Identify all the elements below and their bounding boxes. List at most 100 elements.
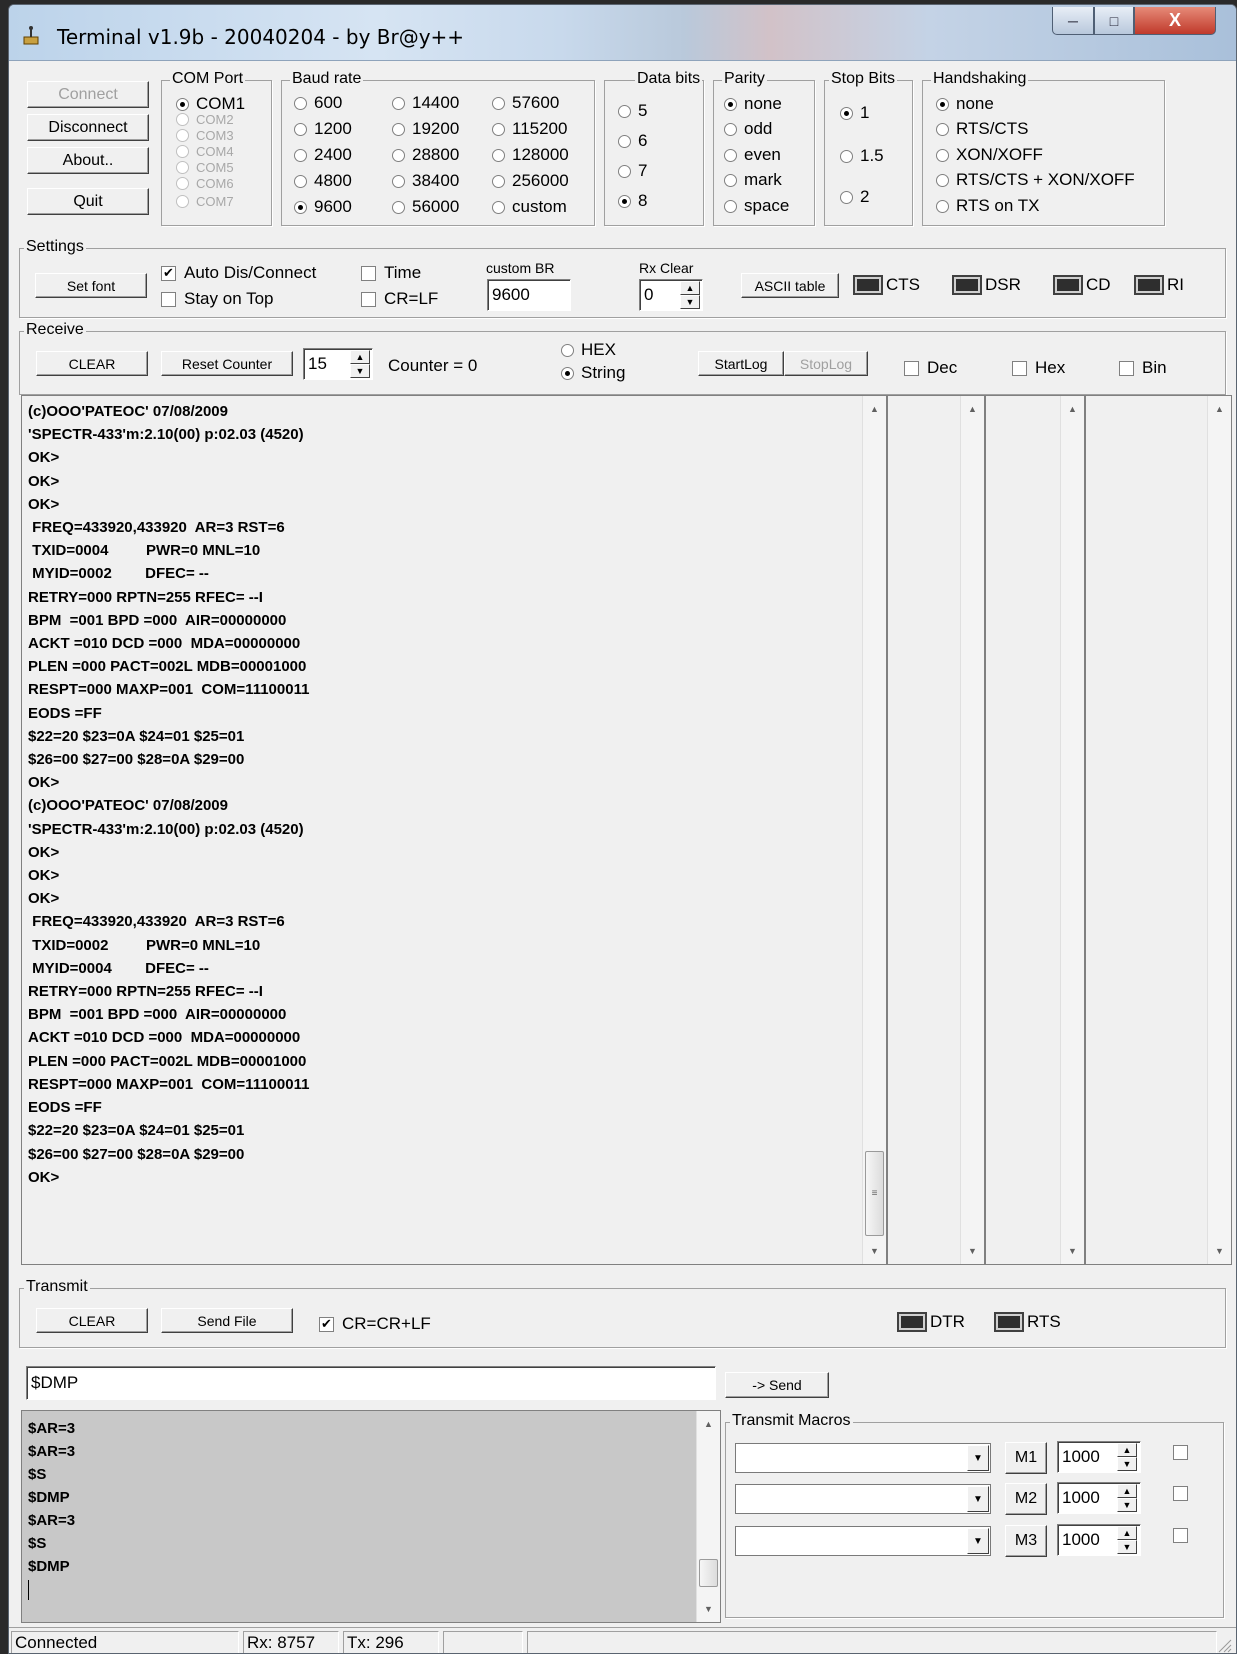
macro-2-repeat-checkbox[interactable] [1173,1486,1196,1501]
bin-checkbox[interactable]: Bin [1119,358,1167,378]
parity-option[interactable]: even [724,145,781,165]
stop-bits-option[interactable]: 1.5 [840,146,884,166]
reset-counter-button[interactable]: Reset Counter [161,351,293,376]
cr-lf-checkbox[interactable]: CR=LF [361,289,438,309]
macro-3-stepper[interactable]: ▲ ▼ [1117,1526,1137,1554]
macro-1-repeat-checkbox[interactable] [1173,1445,1196,1460]
receive-text-area[interactable]: (c)OOO'PATEOC' 07/08/2009 'SPECTR-433'm:2… [21,395,887,1265]
baud-option[interactable]: 128000 [492,145,569,165]
dtr-indicator[interactable]: DTR [897,1312,965,1332]
cr-crlf-checkbox[interactable]: ✔ CR=CR+LF [319,1314,431,1334]
title-bar[interactable]: Terminal v1.9b - 20040204 - by Br@y++ ─ … [9,5,1236,61]
handshaking-option[interactable]: XON/XOFF [936,145,1043,165]
baud-option[interactable]: 115200 [492,119,567,139]
receive-scrollbar[interactable]: ▲ ≡ ▼ [862,396,886,1264]
baud-option[interactable]: 2400 [294,145,352,165]
parity-option[interactable]: odd [724,119,772,139]
receive-hex-pane[interactable]: ▲ ▼ [985,395,1085,1265]
parity-option[interactable]: space [724,196,789,216]
com-port-option[interactable]: COM1 [176,94,245,114]
ascii-table-button[interactable]: ASCII table [741,273,839,298]
baud-option[interactable]: 9600 [294,197,352,217]
chevron-down-icon[interactable]: ▼ [967,1445,989,1471]
baud-option[interactable]: 256000 [492,171,569,191]
hex-checkbox[interactable]: Hex [1012,358,1065,378]
rx-clear-stepper[interactable]: ▲ ▼ [680,281,700,309]
baud-option[interactable]: 1200 [294,119,352,139]
string-mode-radio[interactable]: String [561,363,625,383]
baud-option[interactable]: 56000 [392,197,459,217]
scroll-up-icon[interactable]: ▲ [961,398,984,420]
resize-grip-icon[interactable] [1216,1637,1232,1653]
scroll-down-icon[interactable]: ▼ [863,1240,886,1262]
about-button[interactable]: About.. [27,147,149,174]
baud-option[interactable]: 38400 [392,171,459,191]
connect-button[interactable]: Connect [27,81,149,108]
baud-option[interactable]: 4800 [294,171,352,191]
handshaking-option[interactable]: RTS/CTS [936,119,1028,139]
receive-clear-button[interactable]: CLEAR [36,351,148,376]
scroll-down-icon[interactable]: ▼ [1061,1240,1084,1262]
bin-scrollbar[interactable]: ▲ ▼ [1207,396,1231,1264]
receive-bin-pane[interactable]: ▲ ▼ [1085,395,1232,1265]
scroll-down-icon[interactable]: ▼ [961,1240,984,1262]
baud-option[interactable]: 57600 [492,93,559,113]
baud-option[interactable]: custom [492,197,567,217]
scroll-down-icon[interactable]: ▼ [1208,1240,1231,1262]
close-button[interactable]: X [1134,7,1216,35]
scroll-thumb[interactable] [699,1559,718,1587]
data-bits-option[interactable]: 6 [618,131,647,151]
history-scrollbar[interactable]: ▲ ▼ [696,1411,720,1622]
parity-option[interactable]: none [724,94,782,114]
dec-scrollbar[interactable]: ▲ ▼ [960,396,984,1264]
receive-dec-pane[interactable]: ▲ ▼ [887,395,985,1265]
macro-1-dropdown[interactable]: ▼ [735,1443,991,1473]
send-button[interactable]: -> Send [725,1372,829,1398]
baud-option[interactable]: 28800 [392,145,459,165]
stay-on-top-checkbox[interactable]: Stay on Top [161,289,273,309]
quit-button[interactable]: Quit [27,188,149,215]
counter-stepper[interactable]: ▲ ▼ [350,350,370,378]
time-checkbox[interactable]: Time [361,263,421,283]
scroll-up-icon[interactable]: ▲ [697,1413,720,1435]
data-bits-option[interactable]: 7 [618,161,647,181]
minimize-button[interactable]: ─ [1052,7,1094,35]
hex-scrollbar[interactable]: ▲ ▼ [1060,396,1084,1264]
handshaking-option[interactable]: none [936,94,994,114]
scroll-up-icon[interactable]: ▲ [1208,398,1231,420]
baud-option[interactable]: 19200 [392,119,459,139]
macro-3-repeat-checkbox[interactable] [1173,1528,1196,1543]
data-bits-option[interactable]: 5 [618,101,647,121]
transmit-input[interactable]: $DMP [26,1366,716,1400]
scroll-thumb[interactable]: ≡ [865,1151,884,1236]
handshaking-option[interactable]: RTS on TX [936,196,1039,216]
macro-2-dropdown[interactable]: ▼ [735,1484,991,1514]
auto-dis-connect-checkbox[interactable]: ✔ Auto Dis/Connect [161,263,316,283]
macro-1-stepper[interactable]: ▲ ▼ [1117,1443,1137,1471]
parity-option[interactable]: mark [724,170,782,190]
disconnect-button[interactable]: Disconnect [27,114,149,141]
handshaking-option[interactable]: RTS/CTS + XON/XOFF [936,170,1135,190]
macro-2-stepper[interactable]: ▲ ▼ [1117,1484,1137,1512]
stop-bits-option[interactable]: 1 [840,103,869,123]
data-bits-option[interactable]: 8 [618,191,647,211]
start-log-button[interactable]: StartLog [698,351,784,376]
send-file-button[interactable]: Send File [161,1308,293,1333]
stop-log-button[interactable]: StopLog [784,351,868,376]
chevron-down-icon[interactable]: ▼ [967,1528,989,1554]
transmit-clear-button[interactable]: CLEAR [36,1308,148,1333]
baud-option[interactable]: 600 [294,93,342,113]
macro-1-button[interactable]: M1 [1005,1442,1047,1474]
chevron-down-icon[interactable]: ▼ [967,1486,989,1512]
macro-3-dropdown[interactable]: ▼ [735,1526,991,1556]
scroll-up-icon[interactable]: ▲ [863,398,886,420]
transmit-history[interactable]: $AR=3 $AR=3 $S $DMP $AR=3 $S $DMP ▲ ▼ [21,1410,721,1623]
baud-option[interactable]: 14400 [392,93,459,113]
scroll-down-icon[interactable]: ▼ [697,1598,720,1620]
hex-mode-radio[interactable]: HEX [561,340,616,360]
rts-indicator[interactable]: RTS [994,1312,1061,1332]
dec-checkbox[interactable]: Dec [904,358,957,378]
macro-3-button[interactable]: M3 [1005,1525,1047,1557]
set-font-button[interactable]: Set font [35,273,147,298]
maximize-button[interactable]: □ [1094,7,1134,35]
